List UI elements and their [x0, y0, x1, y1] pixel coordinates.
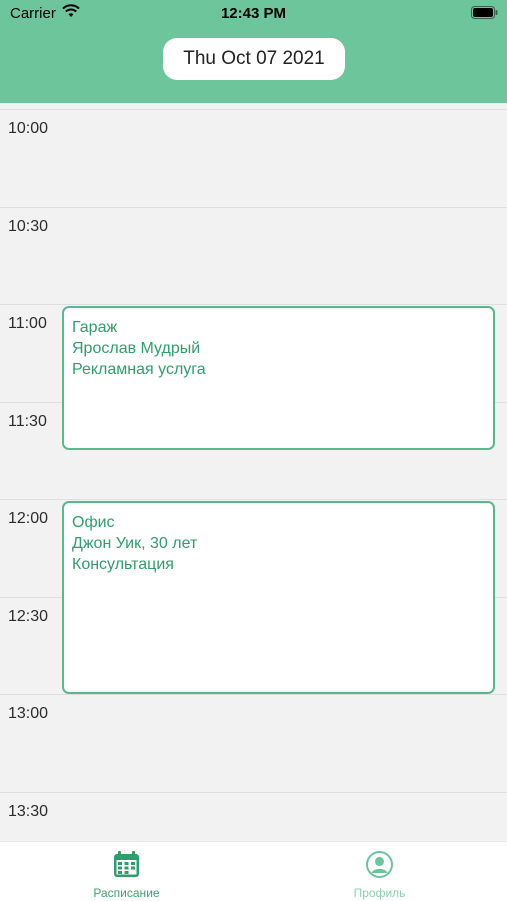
time-slot-label: 10:30: [8, 218, 49, 235]
time-slot-label: 11:30: [8, 413, 47, 430]
time-slot[interactable]: 13:00: [0, 694, 507, 792]
appointment-location: Офис: [72, 514, 115, 531]
appointment-client: Ярослав Мудрый: [72, 340, 201, 357]
appointment-card[interactable]: Офис Джон Уик, 30 лет Консультация: [62, 501, 495, 694]
appointment-service: Консультация: [72, 556, 174, 573]
time-slot-label: 12:30: [8, 608, 49, 625]
status-time: 12:43 PM: [220, 5, 287, 22]
tab-schedule[interactable]: Расписание: [0, 842, 253, 901]
appointment-client: Джон Уик, 30 лет: [72, 535, 198, 552]
tab-profile[interactable]: Профиль: [253, 842, 506, 901]
calendar-icon: [112, 850, 141, 884]
tab-label: Расписание: [93, 886, 160, 900]
schedule-timeline[interactable]: 10:00 10:30 11:00 11:30 12:00 12:30 13:0…: [0, 103, 507, 841]
tab-label: Профиль: [353, 886, 406, 900]
time-slot-label: 13:30: [8, 803, 49, 820]
appointment-card[interactable]: Гараж Ярослав Мудрый Рекламная услуга: [62, 306, 495, 450]
appointment-service: Рекламная услуга: [72, 361, 206, 378]
header-bar: Carrier 12:43 PM Thu Oct 07 2021: [0, 0, 507, 103]
tab-bar: Расписание Профиль: [0, 841, 507, 901]
battery-icon: [471, 6, 498, 23]
time-slot-label: 10:00: [8, 120, 49, 137]
appointment-location: Гараж: [72, 319, 118, 336]
time-slot[interactable]: 13:30: [0, 792, 507, 841]
date-selector[interactable]: Thu Oct 07 2021: [163, 38, 345, 80]
time-slot-label: 13:00: [8, 705, 49, 722]
time-slot[interactable]: 10:30: [0, 207, 507, 305]
time-slot-label: 11:00: [8, 315, 47, 332]
time-slot[interactable]: 10:00: [0, 109, 507, 207]
profile-icon: [365, 850, 394, 884]
status-bar: Carrier 12:43 PM: [0, 0, 507, 28]
time-slot-label: 12:00: [8, 510, 49, 527]
